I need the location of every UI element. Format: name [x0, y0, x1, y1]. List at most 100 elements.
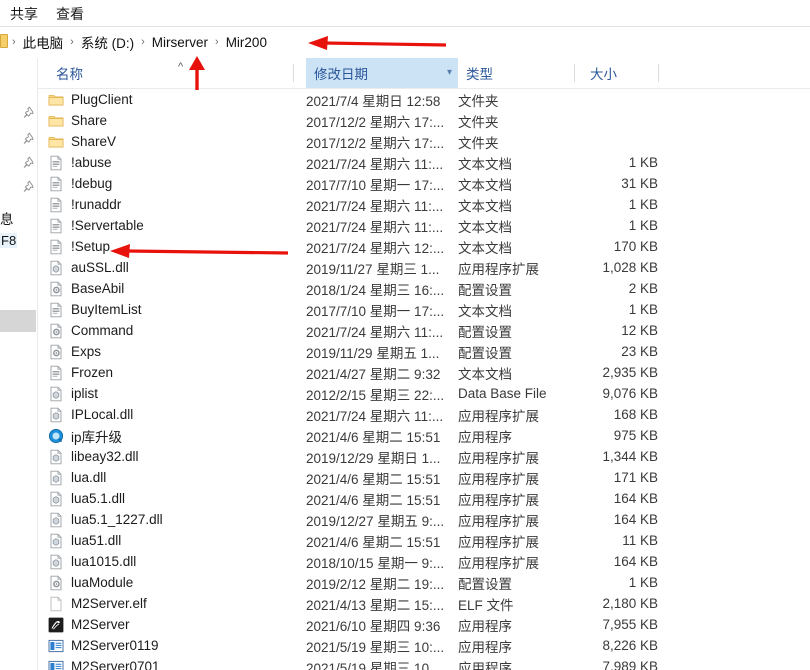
file-date-cell: 2021/4/6 星期二 15:51	[306, 471, 441, 487]
table-row[interactable]: Exps 2019/11/29 星期五 1... 配置设置 23 KB	[38, 341, 810, 362]
file-name-cell[interactable]: Exps	[38, 341, 300, 362]
tab-share[interactable]: 共享	[6, 3, 42, 25]
pin-icon[interactable]	[22, 106, 34, 118]
column-divider[interactable]	[293, 64, 294, 82]
breadcrumb-item-drive-d[interactable]: 系统 (D:)	[76, 30, 139, 54]
file-name-cell[interactable]: M2Server0119	[38, 635, 300, 656]
file-name-cell[interactable]: M2Server	[38, 614, 300, 635]
file-name-cell[interactable]: IPLocal.dll	[38, 404, 300, 425]
file-name-label: !runaddr	[71, 197, 122, 212]
file-date-cell: 2021/7/24 星期六 11:...	[306, 198, 444, 214]
file-name-cell[interactable]: PlugClient	[38, 89, 300, 110]
table-row[interactable]: luaModule 2019/2/12 星期二 19:... 配置设置 1 KB	[38, 572, 810, 593]
pin-icon[interactable]	[22, 156, 34, 168]
text-file-icon	[48, 197, 64, 213]
file-name-cell[interactable]: ShareV	[38, 131, 300, 152]
file-size-cell: 1 KB	[628, 155, 658, 170]
breadcrumb-item-this-pc[interactable]: 此电脑	[18, 30, 69, 54]
column-divider[interactable]	[574, 64, 575, 82]
chevron-up-icon[interactable]: ^	[178, 62, 183, 73]
file-name-cell[interactable]: Command	[38, 320, 300, 341]
file-name-cell[interactable]: libeay32.dll	[38, 446, 300, 467]
table-row[interactable]: ip库升级 2021/4/6 星期二 15:51 应用程序 975 KB	[38, 425, 810, 446]
file-name-cell[interactable]: !debug	[38, 173, 300, 194]
table-row[interactable]: lua5.1.dll 2021/4/6 星期二 15:51 应用程序扩展 164 KB	[38, 488, 810, 509]
pin-icon[interactable]	[22, 180, 34, 192]
table-row[interactable]: M2Server.elf 2021/4/13 星期二 15:... ELF 文件 2,…	[38, 593, 810, 614]
table-row[interactable]: M2Server 2021/6/10 星期四 9:36 应用程序 7,955 KB	[38, 614, 810, 635]
file-name-label: Command	[71, 323, 134, 338]
column-divider[interactable]	[658, 64, 659, 82]
file-type-cell: 文本文档	[458, 219, 512, 235]
file-name-cell[interactable]: BaseAbil	[38, 278, 300, 299]
file-name-label: PlugClient	[71, 92, 133, 107]
file-type-cell: 应用程序扩展	[458, 450, 539, 466]
file-name-cell[interactable]: ip库升级	[38, 425, 300, 446]
column-header-name[interactable]: 名称	[48, 58, 293, 88]
column-header-type[interactable]: 类型	[458, 58, 570, 88]
table-row[interactable]: !Setup 2021/7/24 星期六 12:... 文本文档 170 KB	[38, 236, 810, 257]
text-file-icon	[48, 176, 64, 192]
file-name-label: lua1015.dll	[71, 554, 137, 569]
breadcrumb-item-mir200[interactable]: Mir200	[221, 33, 272, 52]
table-row[interactable]: libeay32.dll 2019/12/29 星期日 1... 应用程序扩展 1,3…	[38, 446, 810, 467]
file-explorer-window: 共享 查看 › 此电脑 › 系统 (D:) › Mirserver › Mir2…	[0, 0, 810, 670]
file-name-cell[interactable]: lua51.dll	[38, 530, 300, 551]
file-name-cell[interactable]: !abuse	[38, 152, 300, 173]
table-row[interactable]: M2Server0119 2021/5/19 星期三 10:... 应用程序 8,22…	[38, 635, 810, 656]
file-name-cell[interactable]: !runaddr	[38, 194, 300, 215]
column-header-date-modified[interactable]: 修改日期 ▾	[306, 58, 458, 88]
table-row[interactable]: auSSL.dll 2019/11/27 星期三 1... 应用程序扩展 1,028 …	[38, 257, 810, 278]
file-list[interactable]: PlugClient 2021/7/4 星期日 12:58 文件夹 Share 2017…	[38, 89, 810, 670]
breadcrumb-item-mirserver[interactable]: Mirserver	[147, 33, 213, 52]
table-row[interactable]: BuyItemList 2017/7/10 星期一 17:... 文本文档 1 KB	[38, 299, 810, 320]
table-row[interactable]: BaseAbil 2018/1/24 星期三 16:... 配置设置 2 KB	[38, 278, 810, 299]
file-name-cell[interactable]: !Servertable	[38, 215, 300, 236]
file-name-cell[interactable]: luaModule	[38, 572, 300, 593]
table-row[interactable]: Command 2021/7/24 星期六 11:... 配置设置 12 KB	[38, 320, 810, 341]
table-row[interactable]: M2Server0701 2021/5/19 星期三 10... 应用程序 7,989…	[38, 656, 810, 670]
table-row[interactable]: ShareV 2017/12/2 星期六 17:... 文件夹	[38, 131, 810, 152]
table-row[interactable]: lua5.1_1227.dll 2019/12/27 星期五 9:... 应用程序扩…	[38, 509, 810, 530]
file-name-cell[interactable]: lua.dll	[38, 467, 300, 488]
file-name-cell[interactable]: M2Server0701	[38, 656, 300, 670]
nav-item-partial-label[interactable]: 息	[0, 208, 14, 228]
table-row[interactable]: iplist 2012/2/15 星期三 22:... Data Base File…	[38, 383, 810, 404]
table-row[interactable]: IPLocal.dll 2021/7/24 星期六 11:... 应用程序扩展 168…	[38, 404, 810, 425]
file-name-cell[interactable]: lua5.1_1227.dll	[38, 509, 300, 530]
pin-icon[interactable]	[22, 132, 34, 144]
file-name-cell[interactable]: BuyItemList	[38, 299, 300, 320]
address-bar[interactable]: › 此电脑 › 系统 (D:) › Mirserver › Mir200	[0, 27, 810, 85]
column-header-size[interactable]: 大小	[582, 58, 662, 88]
table-row[interactable]: Share 2017/12/2 星期六 17:... 文件夹	[38, 110, 810, 131]
file-name-cell[interactable]: auSSL.dll	[38, 257, 300, 278]
chevron-right-icon[interactable]: ›	[68, 36, 76, 48]
table-row[interactable]: PlugClient 2021/7/4 星期日 12:58 文件夹	[38, 89, 810, 110]
file-name-cell[interactable]: M2Server.elf	[38, 593, 300, 614]
blue-globe-app-icon	[48, 428, 64, 444]
file-name-cell[interactable]: lua5.1.dll	[38, 488, 300, 509]
file-name-cell[interactable]: Share	[38, 110, 300, 131]
nav-selected-item[interactable]	[0, 310, 36, 332]
chevron-down-icon[interactable]: ▾	[447, 68, 452, 78]
ribbon-tab-strip: 共享 查看	[0, 0, 810, 27]
table-row[interactable]: lua51.dll 2021/4/6 星期二 15:51 应用程序扩展 11 KB	[38, 530, 810, 551]
table-row[interactable]: lua1015.dll 2018/10/15 星期一 9:... 应用程序扩展 164…	[38, 551, 810, 572]
file-type-cell: 文件夹	[458, 93, 499, 109]
table-row[interactable]: Frozen 2021/4/27 星期二 9:32 文本文档 2,935 KB	[38, 362, 810, 383]
file-name-label: lua.dll	[71, 470, 107, 485]
navigation-pane[interactable]: 息 F8	[0, 58, 38, 670]
table-row[interactable]: !abuse 2021/7/24 星期六 11:... 文本文档 1 KB	[38, 152, 810, 173]
file-name-cell[interactable]: Frozen	[38, 362, 300, 383]
file-name-cell[interactable]: !Setup	[38, 236, 300, 257]
file-type-cell: 应用程序扩展	[458, 471, 539, 487]
file-name-cell[interactable]: lua1015.dll	[38, 551, 300, 572]
chevron-right-icon[interactable]: ›	[213, 36, 221, 48]
table-row[interactable]: lua.dll 2021/4/6 星期二 15:51 应用程序扩展 171 KB	[38, 467, 810, 488]
chevron-right-icon[interactable]: ›	[139, 36, 147, 48]
file-name-cell[interactable]: iplist	[38, 383, 300, 404]
table-row[interactable]: !runaddr 2021/7/24 星期六 11:... 文本文档 1 KB	[38, 194, 810, 215]
table-row[interactable]: !debug 2017/7/10 星期一 17:... 文本文档 31 KB	[38, 173, 810, 194]
tab-view[interactable]: 查看	[52, 3, 88, 25]
table-row[interactable]: !Servertable 2021/7/24 星期六 11:... 文本文档 1 KB	[38, 215, 810, 236]
